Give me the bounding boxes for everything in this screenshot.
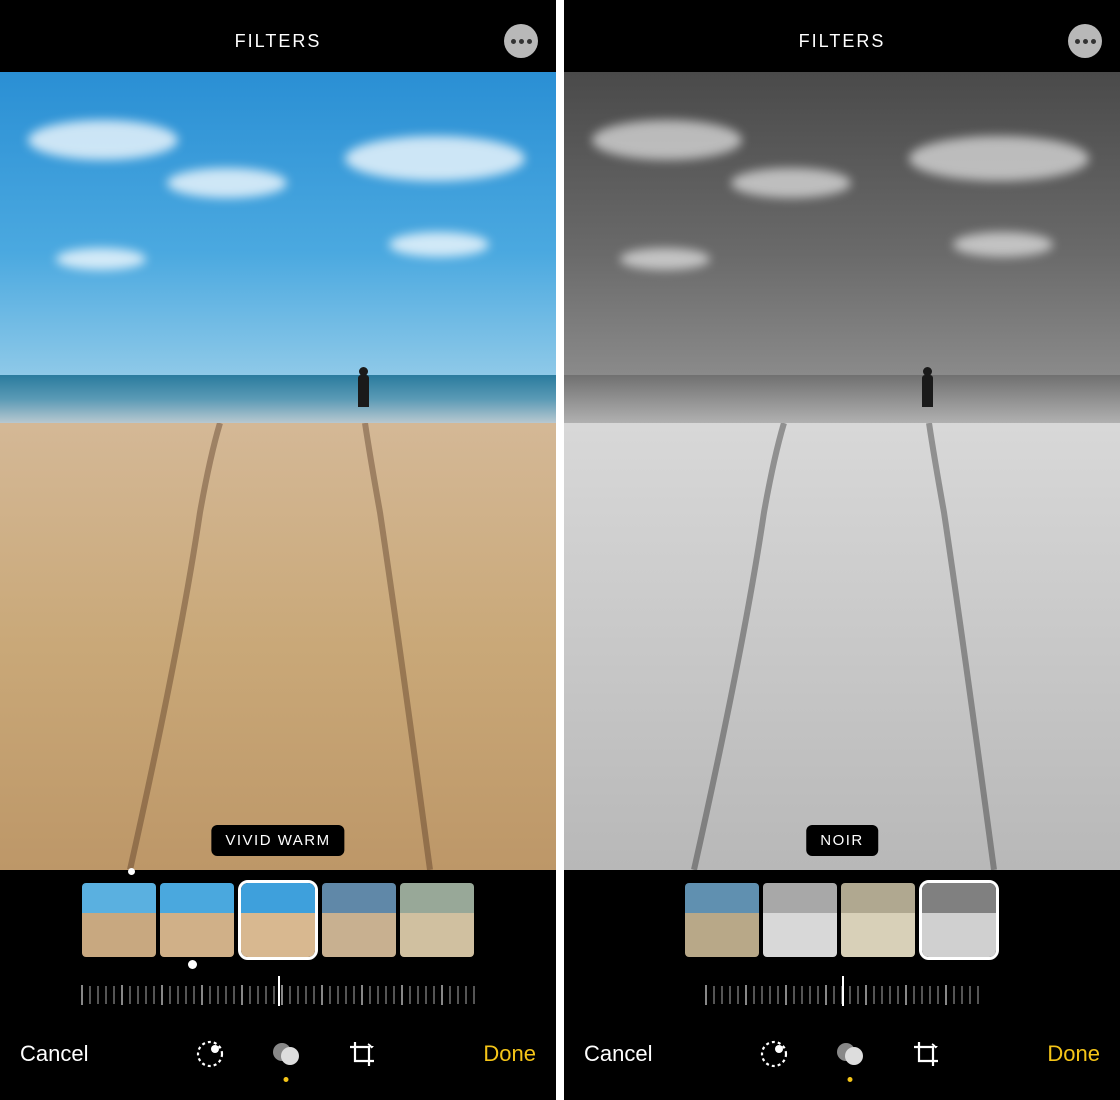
- adjust-tool[interactable]: [192, 1036, 228, 1072]
- more-button[interactable]: [504, 24, 538, 58]
- filter-thumbnails[interactable]: [564, 870, 1120, 970]
- slider-indicator[interactable]: [278, 976, 280, 1006]
- crop-tool[interactable]: [344, 1036, 380, 1072]
- intensity-slider[interactable]: [0, 970, 556, 1020]
- crop-icon: [910, 1038, 942, 1070]
- filter-name-badge: NOIR: [806, 825, 878, 856]
- cancel-button[interactable]: Cancel: [584, 1041, 652, 1067]
- filter-thumb[interactable]: [841, 883, 915, 957]
- done-button[interactable]: Done: [1047, 1041, 1100, 1067]
- crop-tool[interactable]: [908, 1036, 944, 1072]
- photo-subject: [356, 367, 371, 409]
- photo-preview[interactable]: VIVID WARM: [0, 72, 556, 870]
- intensity-slider[interactable]: [564, 970, 1120, 1020]
- filters-tool[interactable]: [832, 1036, 868, 1072]
- adjust-tool[interactable]: [756, 1036, 792, 1072]
- bottom-toolbar: Cancel Done: [0, 1020, 556, 1100]
- filter-thumb[interactable]: [685, 883, 759, 957]
- filter-thumb[interactable]: [400, 883, 474, 957]
- filter-thumbnails[interactable]: [0, 870, 556, 970]
- bottom-toolbar: Cancel Done: [564, 1020, 1120, 1100]
- filter-thumb-selected[interactable]: [919, 880, 999, 960]
- filter-thumb[interactable]: [82, 883, 156, 957]
- header-title: FILTERS: [799, 31, 886, 52]
- filter-name-badge: VIVID WARM: [211, 825, 344, 856]
- more-icon: [1075, 39, 1080, 44]
- more-icon: [511, 39, 516, 44]
- done-button[interactable]: Done: [483, 1041, 536, 1067]
- header: FILTERS: [0, 0, 556, 72]
- crop-icon: [346, 1038, 378, 1070]
- more-button[interactable]: [1068, 24, 1102, 58]
- adjust-icon: [194, 1038, 226, 1070]
- filter-thumb[interactable]: [763, 883, 837, 957]
- filters-icon: [270, 1038, 302, 1070]
- filters-tool[interactable]: [268, 1036, 304, 1072]
- editor-screen-right: FILTERS NOIR: [564, 0, 1120, 1100]
- original-marker-dot: [128, 868, 135, 875]
- slider-indicator[interactable]: [842, 976, 844, 1006]
- editor-screen-left: FILTERS VIVID WARM: [0, 0, 556, 1100]
- adjust-icon: [758, 1038, 790, 1070]
- photo-subject: [920, 367, 935, 409]
- filters-icon: [834, 1038, 866, 1070]
- cancel-button[interactable]: Cancel: [20, 1041, 88, 1067]
- header-title: FILTERS: [235, 31, 322, 52]
- photo-preview[interactable]: NOIR: [564, 72, 1120, 870]
- slider-default-dot: [188, 960, 197, 969]
- header: FILTERS: [564, 0, 1120, 72]
- filter-thumb[interactable]: [322, 883, 396, 957]
- filter-thumb[interactable]: [160, 883, 234, 957]
- filter-thumb-selected[interactable]: [238, 880, 318, 960]
